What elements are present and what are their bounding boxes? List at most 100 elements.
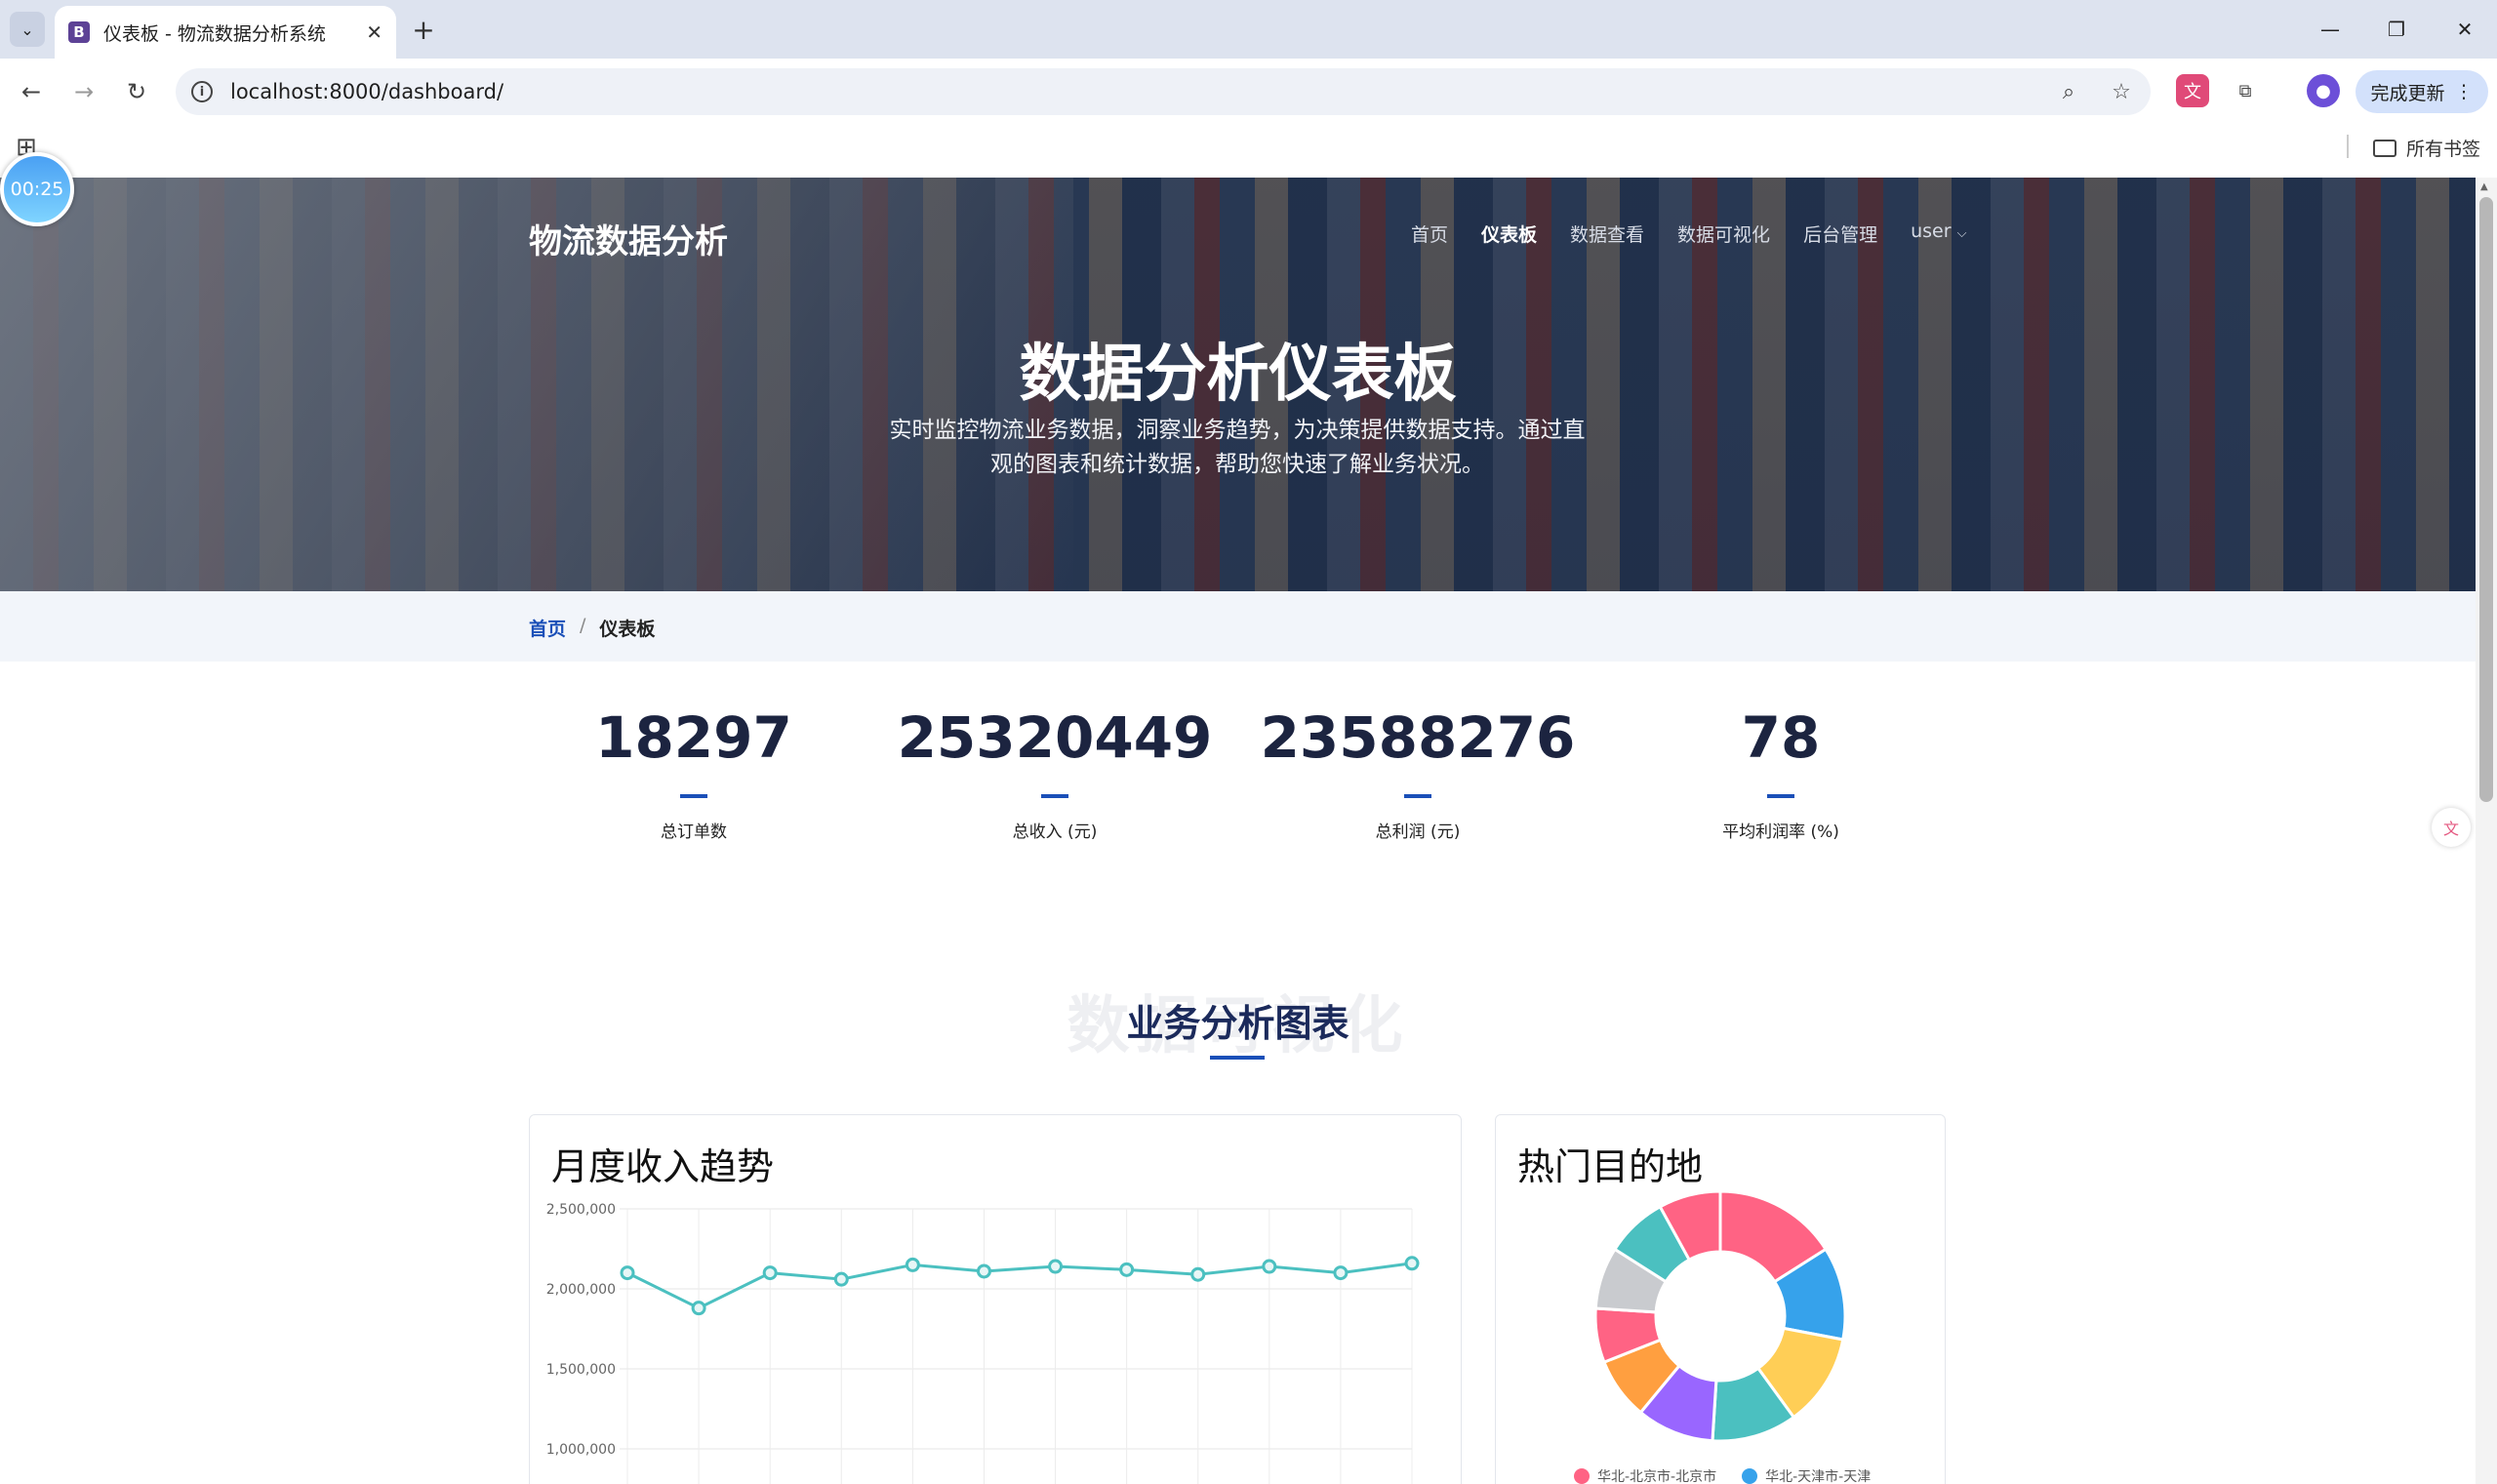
extensions-icon[interactable]: ⧉ <box>2229 74 2262 107</box>
scroll-up-icon[interactable]: ▲ <box>2480 181 2488 192</box>
y-tick-label: 2,000,000 <box>546 1282 616 1298</box>
nav-item-dashboard[interactable]: 仪表板 <box>1481 221 1537 247</box>
nav-item-visualization[interactable]: 数据可视化 <box>1677 221 1770 247</box>
new-tab-button[interactable]: + <box>406 12 441 47</box>
data-point <box>1048 1259 1064 1274</box>
translate-extension-icon[interactable]: 文 <box>2176 74 2209 107</box>
zoom-icon[interactable]: ⌕ <box>2053 76 2084 107</box>
browser-tab[interactable]: B 仪表板 - 物流数据分析系统 ✕ <box>55 6 396 59</box>
minimize-icon[interactable]: — <box>2311 10 2350 49</box>
stat-underline <box>1767 794 1794 798</box>
breadcrumb-bar: 首页 / 仪表板 <box>0 591 2476 662</box>
stat-label: 平均利润率 (%) <box>1722 822 1839 842</box>
stat-label: 总收入 (元) <box>1012 822 1098 842</box>
browser-tab-bar: ⌄ B 仪表板 - 物流数据分析系统 ✕ + — ❐ ✕ <box>0 0 2497 59</box>
destinations-doughnut-chart <box>1593 1189 1847 1443</box>
revenue-line-chart: 2,500,000 2,000,000 1,500,000 1,000,000 <box>546 1202 1420 1484</box>
timer-badge[interactable]: 00:25 <box>0 152 74 226</box>
all-bookmarks-label: 所有书签 <box>2406 139 2481 160</box>
main-nav: 首页 仪表板 数据查看 数据可视化 后台管理 user ⌵ <box>1411 221 1966 247</box>
stat-value: 23588276 <box>1260 704 1576 771</box>
y-tick-label: 1,000,000 <box>546 1442 616 1458</box>
stat-value: 25320449 <box>897 704 1213 771</box>
user-menu-label: user <box>1911 221 1952 242</box>
section-title: 业务分析图表 <box>1126 1002 1349 1045</box>
chevron-down-icon: ⌵ <box>1956 226 1967 241</box>
stat-underline <box>1041 794 1068 798</box>
nav-item-home[interactable]: 首页 <box>1411 221 1448 247</box>
forward-icon[interactable]: → <box>64 72 103 111</box>
browser-toolbar: ← → ↻ i localhost:8000/dashboard/ ⌕ ☆ <box>0 59 2497 125</box>
bookmarks-bar <box>0 125 2497 178</box>
bookmarks-divider <box>2347 135 2349 158</box>
legend-dot <box>1742 1468 1758 1484</box>
restore-icon[interactable]: ❐ <box>2377 10 2416 49</box>
update-label: 完成更新 <box>2370 82 2445 104</box>
reload-icon[interactable]: ↻ <box>117 72 156 111</box>
floating-translate-icon[interactable]: 文 <box>2432 808 2471 847</box>
stat-label: 总订单数 <box>661 822 727 842</box>
legend-item[interactable]: 华北-北京市-北京市 <box>1574 1466 1716 1484</box>
profile-avatar[interactable]: ● <box>2307 74 2340 107</box>
tab-title: 仪表板 - 物流数据分析系统 <box>103 22 326 45</box>
revenue-trend-card: 月度收入趋势 2,500,000 2,000,000 1,500,000 1,000,… <box>529 1114 1462 1484</box>
page-viewport: 物流数据分析 首页 仪表板 数据查看 数据可视化 后台管理 user ⌵ 数据分… <box>0 178 2476 1484</box>
data-point <box>1333 1265 1349 1281</box>
data-point <box>620 1265 635 1281</box>
back-icon[interactable]: ← <box>12 72 51 111</box>
breadcrumb-home[interactable]: 首页 <box>529 615 566 641</box>
nav-item-user[interactable]: user ⌵ <box>1911 221 1966 247</box>
series-line <box>626 1262 1413 1310</box>
folder-icon <box>2373 139 2396 157</box>
stat-total-revenue: 25320449 总收入 (元) <box>894 704 1216 842</box>
y-tick-label: 1,500,000 <box>546 1362 616 1378</box>
hero-title: 数据分析仪表板 <box>1019 339 1457 411</box>
update-button[interactable]: 完成更新 ⋮ <box>2356 70 2488 113</box>
stat-underline <box>680 794 707 798</box>
data-point <box>976 1263 991 1279</box>
all-bookmarks-button[interactable]: 所有书签 <box>2373 135 2480 161</box>
legend-item[interactable]: 华北-天津市-天津 <box>1742 1466 1871 1484</box>
legend-label: 华北-天津市-天津 <box>1765 1469 1872 1484</box>
more-menu-icon: ⋮ <box>2454 81 2474 102</box>
nav-item-admin[interactable]: 后台管理 <box>1803 221 1877 247</box>
hero-banner: 物流数据分析 首页 仪表板 数据查看 数据可视化 后台管理 user ⌵ 数据分… <box>0 178 2476 591</box>
top-destinations-card: 热门目的地 华北-北京市-北京市 华北-天津市-天津 <box>1495 1114 1946 1484</box>
chart-legend: 华北-北京市-北京市 华北-天津市-天津 <box>1574 1466 1871 1484</box>
breadcrumb-current: 仪表板 <box>599 619 656 640</box>
close-icon[interactable]: ✕ <box>366 20 383 44</box>
data-point <box>905 1257 920 1272</box>
data-point <box>691 1301 706 1316</box>
stat-total-profit: 23588276 总利润 (元) <box>1257 704 1579 842</box>
stat-underline <box>1404 794 1431 798</box>
hero-subtitle: 实时监控物流业务数据，洞察业务趋势，为决策提供数据支持。通过直观的图表和统计数据… <box>889 418 1586 477</box>
legend-label: 华北-北京市-北京市 <box>1597 1469 1717 1484</box>
scroll-thumb[interactable] <box>2479 197 2493 802</box>
stat-total-orders: 18297 总订单数 <box>533 704 855 842</box>
address-bar[interactable]: i localhost:8000/dashboard/ ⌕ ☆ <box>176 68 2151 115</box>
legend-dot <box>1574 1468 1590 1484</box>
site-brand[interactable]: 物流数据分析 <box>529 215 728 262</box>
data-point <box>1262 1259 1277 1274</box>
site-info-icon[interactable]: i <box>191 81 213 102</box>
data-point <box>1190 1266 1206 1282</box>
url-text[interactable]: localhost:8000/dashboard/ <box>230 80 503 103</box>
stat-value: 78 <box>1741 704 1821 771</box>
data-point <box>1404 1256 1420 1271</box>
section-underline <box>1210 1056 1265 1060</box>
tab-list-button[interactable]: ⌄ <box>10 12 45 47</box>
bookmark-star-icon[interactable]: ☆ <box>2106 76 2137 107</box>
window-close-icon[interactable]: ✕ <box>2445 10 2484 49</box>
stat-label: 总利润 (元) <box>1375 822 1461 842</box>
breadcrumb-separator: / <box>580 615 586 636</box>
y-tick-label: 2,500,000 <box>546 1202 616 1218</box>
data-point <box>1119 1262 1135 1277</box>
nav-item-data-view[interactable]: 数据查看 <box>1570 221 1644 247</box>
stat-avg-margin: 78 平均利润率 (%) <box>1620 704 1942 842</box>
page-scrollbar[interactable]: ▲ <box>2476 178 2497 1484</box>
breadcrumb: 首页 / 仪表板 <box>529 615 655 641</box>
data-point <box>833 1271 849 1287</box>
data-point <box>762 1265 778 1281</box>
favicon-icon: B <box>68 21 90 43</box>
stat-value: 18297 <box>595 704 792 771</box>
